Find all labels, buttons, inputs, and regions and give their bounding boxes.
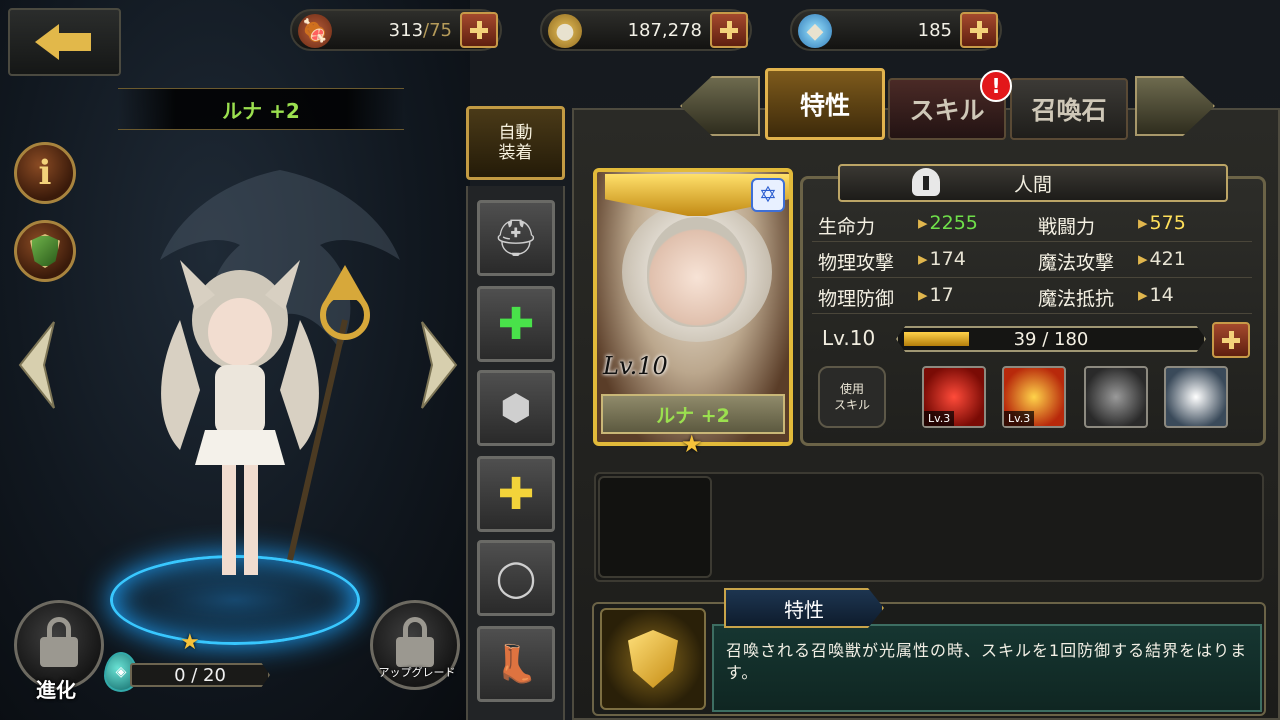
boots-slot[interactable]: 👢 xyxy=(477,626,555,702)
auto-equip-label: 自動 装着 xyxy=(498,123,533,163)
star-icon: ★ xyxy=(180,630,200,655)
upgrade-label: アップグレード xyxy=(378,666,456,679)
helmet-slot[interactable]: ⛑ xyxy=(477,200,555,276)
card-level: Lv.10 xyxy=(603,352,668,380)
stat-value: 17 xyxy=(918,284,954,306)
hero-card: ✡ Lv.10 ルナ +2 ★ xyxy=(593,168,793,458)
gold-value: 187,278 xyxy=(627,20,702,41)
info-button[interactable]: i xyxy=(14,142,76,204)
tab-traits[interactable]: 特性 xyxy=(765,68,885,140)
lock-icon xyxy=(396,617,434,667)
card-portrait xyxy=(647,217,747,327)
star-icon: ★ xyxy=(681,430,703,458)
race-label: 人間 xyxy=(1013,173,1052,196)
skill-slot-3[interactable] xyxy=(1084,366,1148,428)
xp-text: 39 / 180 xyxy=(1013,329,1089,350)
coin-icon: ● xyxy=(548,14,582,48)
ring-slot[interactable]: ◯ xyxy=(477,540,555,616)
helmet-race-icon xyxy=(912,168,940,196)
chevron-right-icon xyxy=(421,321,458,409)
trait-title: 特性 xyxy=(724,588,884,628)
trait-icon xyxy=(600,608,706,710)
diamond-icon: ◆ xyxy=(798,14,832,48)
helmet-icon: ⛑ xyxy=(493,218,539,259)
add-gems-button[interactable] xyxy=(960,12,998,48)
light-element-icon: ✡ xyxy=(751,178,785,212)
trait-description: 召喚される召喚獣が光属性の時、スキルを1回防御する結界をはります。 xyxy=(726,641,1248,682)
stat-row: 物理攻撃 174 魔法攻撃 421 xyxy=(812,246,1252,278)
equipment-set-button[interactable] xyxy=(14,220,76,282)
skill-level: Lv.3 xyxy=(1004,411,1035,426)
plus-green-icon: ✚ xyxy=(497,298,535,350)
use-skill-text: 使用 スキル xyxy=(833,382,870,412)
next-hero-button[interactable] xyxy=(420,320,460,410)
skill-level: Lv.3 xyxy=(924,411,955,426)
back-arrow-icon xyxy=(34,24,95,60)
evolve-label: 進化 xyxy=(36,678,76,702)
stat-row: 物理防御 17 魔法抵抗 14 xyxy=(812,282,1252,314)
skill-slot-4[interactable] xyxy=(1164,366,1228,428)
ring-slot-empty[interactable]: ✚ xyxy=(477,286,555,362)
add-gold-button[interactable] xyxy=(710,12,748,48)
race-banner: 人間 xyxy=(838,164,1228,202)
previous-hero-button[interactable] xyxy=(16,320,56,410)
stamina-value: 313/75 xyxy=(388,20,452,41)
level-label: Lv.10 xyxy=(822,326,876,350)
meat-icon: 🍖 xyxy=(298,14,332,48)
skill-slot-2[interactable]: Lv.3 xyxy=(1002,366,1066,428)
gem-value: 185 xyxy=(917,20,952,41)
skills-alert-badge: ! xyxy=(980,70,1012,102)
xp-bar: 39 / 180 xyxy=(896,326,1206,352)
hero-model xyxy=(161,260,370,575)
stat-label: 物理防御 xyxy=(818,288,895,310)
gold-counter: ● 187,278 xyxy=(540,9,752,51)
stat-label: 魔法攻撃 xyxy=(1038,252,1115,274)
stat-label: 戦闘力 xyxy=(1038,216,1096,238)
gem-counter: ◆ 185 xyxy=(790,9,1002,51)
stamina-counter: 🍖 313/75 xyxy=(290,9,502,51)
boots-icon: 👢 xyxy=(493,644,539,685)
stat-value: 174 xyxy=(918,248,966,270)
stat-value: 575 xyxy=(1138,212,1186,234)
hero-name: ルナ +2 xyxy=(118,88,404,130)
stat-value: 421 xyxy=(1138,248,1186,270)
add-stamina-button[interactable] xyxy=(460,12,498,48)
plus-yellow-icon: ✚ xyxy=(497,468,535,520)
stat-value: 14 xyxy=(1138,284,1174,306)
use-skill-label: 使用 スキル xyxy=(818,366,886,428)
stat-row: 生命力 2255 戦闘力 575 xyxy=(812,210,1252,242)
stat-value: 2255 xyxy=(918,212,978,234)
golden-shield-icon xyxy=(628,630,678,688)
ring-icon: ◯ xyxy=(495,557,537,599)
shield-sword-icon xyxy=(30,234,60,268)
evolve-progress: 0 / 20 xyxy=(130,663,270,687)
armor-slot[interactable]: ⬢ xyxy=(477,370,555,446)
stat-label: 物理攻撃 xyxy=(818,252,895,274)
empty-slot xyxy=(598,476,712,578)
stat-label: 魔法抵抗 xyxy=(1038,288,1115,310)
card-name: ルナ +2 xyxy=(601,394,785,434)
skill-slot-1[interactable]: Lv.3 xyxy=(922,366,986,428)
auto-equip-button[interactable]: 自動 装着 xyxy=(466,106,565,180)
stat-label: 生命力 xyxy=(818,216,876,238)
armor-icon: ⬢ xyxy=(500,387,532,429)
lock-icon xyxy=(40,617,78,667)
level-up-button[interactable] xyxy=(1212,322,1250,358)
info-icon: i xyxy=(38,153,52,193)
tab-summon-stone[interactable]: 召喚石 xyxy=(1010,78,1128,140)
back-button[interactable] xyxy=(8,8,121,76)
chevron-left-icon xyxy=(18,321,55,409)
amulet-slot-empty[interactable]: ✚ xyxy=(477,456,555,532)
